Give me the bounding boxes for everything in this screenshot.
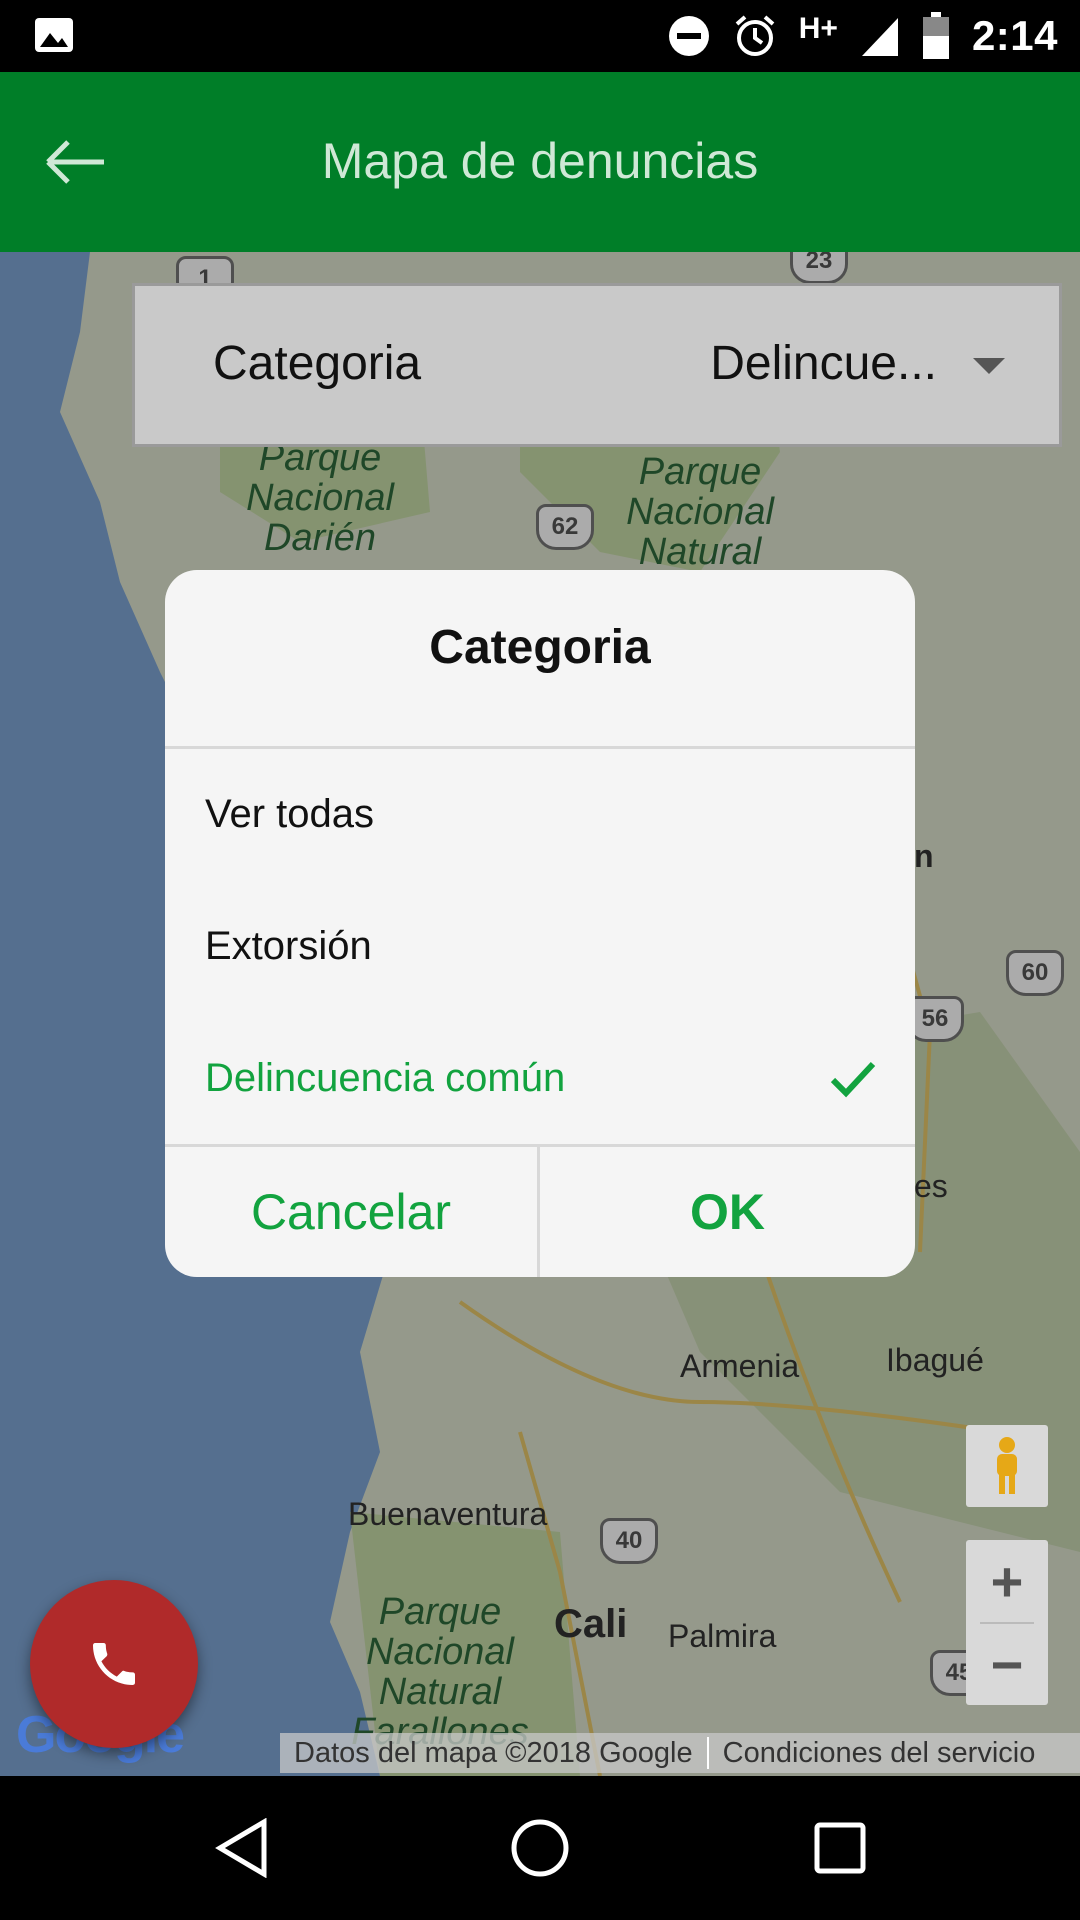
zoom-controls: + −: [966, 1540, 1048, 1705]
filter-label: Categoria: [213, 337, 422, 390]
square-recents-icon: [814, 1822, 866, 1874]
nav-back-button[interactable]: [202, 1808, 282, 1888]
app-bar: Mapa de denuncias: [0, 72, 1080, 252]
pegman-icon: [997, 1437, 1017, 1494]
ok-button[interactable]: OK: [540, 1147, 915, 1277]
alarm-icon: [735, 15, 775, 56]
street-view-button[interactable]: [966, 1425, 1048, 1507]
cancel-button[interactable]: Cancelar: [165, 1147, 537, 1277]
map-attribution: Datos del mapa ©2018 Google Condiciones …: [280, 1733, 1080, 1773]
category-dialog: Categoria Ver todas Extorsión Delincuenc…: [165, 570, 915, 1277]
option-delincuencia-comun[interactable]: Delincuencia común: [165, 1014, 915, 1144]
option-label: Ver todas: [205, 792, 375, 836]
dnd-icon: [668, 16, 709, 56]
battery-icon: [922, 12, 949, 59]
zoom-in-button[interactable]: +: [966, 1540, 1048, 1622]
category-filter[interactable]: Categoria Delincue...: [132, 283, 1062, 447]
checkmark-icon: [830, 1061, 876, 1098]
page-title: Mapa de denuncias: [321, 133, 759, 189]
phone-icon: [93, 1643, 135, 1685]
network-type: H+: [798, 12, 838, 45]
circle-home-icon: [511, 1819, 569, 1877]
call-button[interactable]: [30, 1580, 198, 1748]
status-bar: H+ 2:14: [0, 0, 1080, 72]
zoom-out-button[interactable]: −: [966, 1623, 1048, 1705]
option-extorsion[interactable]: Extorsión: [165, 882, 915, 1012]
option-ver-todas[interactable]: Ver todas: [165, 750, 915, 880]
nav-home-button[interactable]: [500, 1808, 580, 1888]
nav-recents-button[interactable]: [800, 1808, 880, 1888]
map-data-attribution[interactable]: Datos del mapa ©2018 Google: [280, 1737, 707, 1770]
dropdown-arrow-icon: [973, 358, 1005, 374]
option-label: Extorsión: [205, 924, 372, 968]
terms-link[interactable]: Condiciones del servicio: [709, 1737, 1050, 1770]
clock: 2:14: [971, 12, 1058, 59]
filter-value: Delincue...: [710, 337, 937, 390]
navigation-bar: [0, 1776, 1080, 1920]
dialog-title: Categoria: [429, 621, 651, 674]
gallery-icon: [35, 18, 73, 52]
signal-icon: [861, 18, 898, 56]
triangle-back-icon: [215, 1818, 267, 1878]
dialog-divider: [165, 746, 915, 749]
option-label: Delincuencia común: [205, 1056, 566, 1100]
